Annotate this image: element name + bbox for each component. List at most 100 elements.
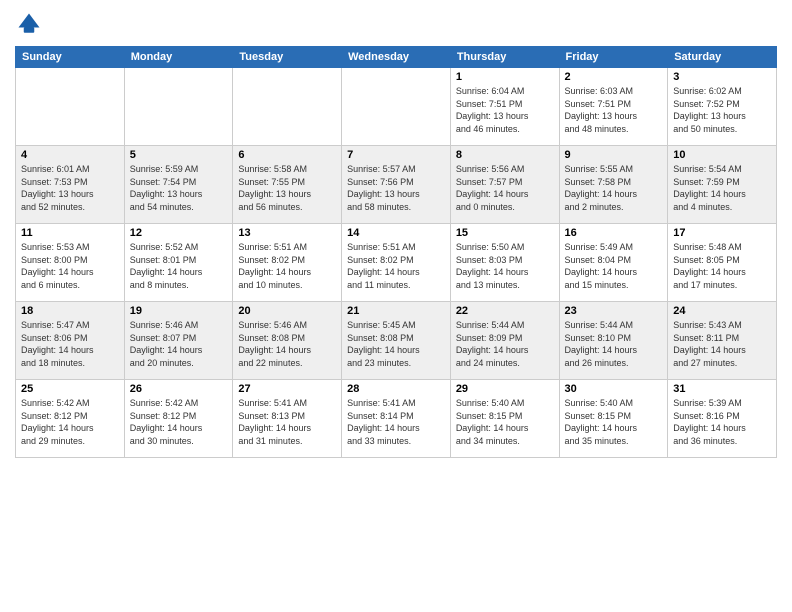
day-info: Sunrise: 5:55 AM Sunset: 7:58 PM Dayligh… xyxy=(565,163,663,213)
calendar-cell: 8 Sunrise: 5:56 AM Sunset: 7:57 PM Daylig… xyxy=(450,146,559,224)
calendar-cell xyxy=(124,68,233,146)
weekday-header-wednesday: Wednesday xyxy=(342,47,451,68)
calendar-cell: 11 Sunrise: 5:53 AM Sunset: 8:00 PM Dayli… xyxy=(16,224,125,302)
calendar-table: SundayMondayTuesdayWednesdayThursdayFrid… xyxy=(15,46,777,458)
day-number: 27 xyxy=(238,383,336,395)
day-number: 29 xyxy=(456,383,554,395)
day-number: 11 xyxy=(21,227,119,239)
calendar-cell: 10Sunrise: 5:54 AM Sunset: 7:59 PM Dayli… xyxy=(668,146,777,224)
calendar-cell: 16 Sunrise: 5:49 AM Sunset: 8:04 PM Dayli… xyxy=(559,224,668,302)
calendar-cell: 2 Sunrise: 6:03 AM Sunset: 7:51 PM Daylig… xyxy=(559,68,668,146)
logo-icon xyxy=(15,10,43,38)
day-info: Sunrise: 5:44 AM Sunset: 8:09 PM Dayligh… xyxy=(456,319,554,369)
day-number: 23 xyxy=(565,305,663,317)
logo xyxy=(15,10,47,38)
day-number: 4 xyxy=(21,149,119,161)
day-number: 6 xyxy=(238,149,336,161)
calendar-cell: 24 Sunrise: 5:43 AM Sunset: 8:11 PM Dayli… xyxy=(668,302,777,380)
day-number: 19 xyxy=(130,305,228,317)
day-info: Sunrise: 5:48 AM Sunset: 8:05 PM Dayligh… xyxy=(673,241,771,291)
day-info: Sunrise: 6:02 AM Sunset: 7:52 PM Dayligh… xyxy=(673,85,771,135)
calendar-cell: 27 Sunrise: 5:41 AM Sunset: 8:13 PM Dayli… xyxy=(233,380,342,458)
weekday-header-thursday: Thursday xyxy=(450,47,559,68)
header xyxy=(15,10,777,38)
day-info: Sunrise: 5:43 AM Sunset: 8:11 PM Dayligh… xyxy=(673,319,771,369)
calendar-cell: 9Sunrise: 5:55 AM Sunset: 7:58 PM Daylig… xyxy=(559,146,668,224)
day-info: Sunrise: 5:51 AM Sunset: 8:02 PM Dayligh… xyxy=(238,241,336,291)
calendar-cell: 29Sunrise: 5:40 AM Sunset: 8:15 PM Dayli… xyxy=(450,380,559,458)
day-info: Sunrise: 5:52 AM Sunset: 8:01 PM Dayligh… xyxy=(130,241,228,291)
day-info: Sunrise: 5:42 AM Sunset: 8:12 PM Dayligh… xyxy=(130,397,228,447)
calendar-cell xyxy=(16,68,125,146)
calendar-cell: 18Sunrise: 5:47 AM Sunset: 8:06 PM Dayli… xyxy=(16,302,125,380)
calendar-cell: 28Sunrise: 5:41 AM Sunset: 8:14 PM Dayli… xyxy=(342,380,451,458)
day-info: Sunrise: 5:47 AM Sunset: 8:06 PM Dayligh… xyxy=(21,319,119,369)
calendar-row-1: 1 Sunrise: 6:04 AM Sunset: 7:51 PM Daylig… xyxy=(16,68,777,146)
day-info: Sunrise: 5:57 AM Sunset: 7:56 PM Dayligh… xyxy=(347,163,445,213)
calendar-cell: 17 Sunrise: 5:48 AM Sunset: 8:05 PM Dayli… xyxy=(668,224,777,302)
calendar-cell: 7Sunrise: 5:57 AM Sunset: 7:56 PM Daylig… xyxy=(342,146,451,224)
weekday-header-tuesday: Tuesday xyxy=(233,47,342,68)
day-number: 16 xyxy=(565,227,663,239)
calendar-cell: 3 Sunrise: 6:02 AM Sunset: 7:52 PM Daylig… xyxy=(668,68,777,146)
day-number: 2 xyxy=(565,71,663,83)
calendar-cell xyxy=(342,68,451,146)
day-info: Sunrise: 5:39 AM Sunset: 8:16 PM Dayligh… xyxy=(673,397,771,447)
day-number: 26 xyxy=(130,383,228,395)
day-number: 5 xyxy=(130,149,228,161)
day-info: Sunrise: 5:41 AM Sunset: 8:13 PM Dayligh… xyxy=(238,397,336,447)
day-info: Sunrise: 5:54 AM Sunset: 7:59 PM Dayligh… xyxy=(673,163,771,213)
day-info: Sunrise: 5:59 AM Sunset: 7:54 PM Dayligh… xyxy=(130,163,228,213)
day-info: Sunrise: 5:44 AM Sunset: 8:10 PM Dayligh… xyxy=(565,319,663,369)
weekday-header-row: SundayMondayTuesdayWednesdayThursdayFrid… xyxy=(16,47,777,68)
weekday-header-monday: Monday xyxy=(124,47,233,68)
day-info: Sunrise: 5:46 AM Sunset: 8:08 PM Dayligh… xyxy=(238,319,336,369)
day-info: Sunrise: 5:41 AM Sunset: 8:14 PM Dayligh… xyxy=(347,397,445,447)
calendar-row-3: 11 Sunrise: 5:53 AM Sunset: 8:00 PM Dayli… xyxy=(16,224,777,302)
calendar-cell: 23 Sunrise: 5:44 AM Sunset: 8:10 PM Dayli… xyxy=(559,302,668,380)
day-number: 13 xyxy=(238,227,336,239)
calendar-cell: 25 Sunrise: 5:42 AM Sunset: 8:12 PM Dayli… xyxy=(16,380,125,458)
day-info: Sunrise: 6:04 AM Sunset: 7:51 PM Dayligh… xyxy=(456,85,554,135)
day-info: Sunrise: 5:40 AM Sunset: 8:15 PM Dayligh… xyxy=(565,397,663,447)
calendar-cell: 15 Sunrise: 5:50 AM Sunset: 8:03 PM Dayli… xyxy=(450,224,559,302)
calendar-cell: 13 Sunrise: 5:51 AM Sunset: 8:02 PM Dayli… xyxy=(233,224,342,302)
day-number: 24 xyxy=(673,305,771,317)
calendar-page: SundayMondayTuesdayWednesdayThursdayFrid… xyxy=(0,0,792,612)
day-info: Sunrise: 5:53 AM Sunset: 8:00 PM Dayligh… xyxy=(21,241,119,291)
day-info: Sunrise: 5:42 AM Sunset: 8:12 PM Dayligh… xyxy=(21,397,119,447)
calendar-cell: 1 Sunrise: 6:04 AM Sunset: 7:51 PM Daylig… xyxy=(450,68,559,146)
calendar-cell: 4 Sunrise: 6:01 AM Sunset: 7:53 PM Daylig… xyxy=(16,146,125,224)
day-info: Sunrise: 5:45 AM Sunset: 8:08 PM Dayligh… xyxy=(347,319,445,369)
day-info: Sunrise: 5:58 AM Sunset: 7:55 PM Dayligh… xyxy=(238,163,336,213)
day-number: 21 xyxy=(347,305,445,317)
day-number: 20 xyxy=(238,305,336,317)
day-number: 1 xyxy=(456,71,554,83)
weekday-header-saturday: Saturday xyxy=(668,47,777,68)
calendar-cell: 5 Sunrise: 5:59 AM Sunset: 7:54 PM Daylig… xyxy=(124,146,233,224)
calendar-cell: 31Sunrise: 5:39 AM Sunset: 8:16 PM Dayli… xyxy=(668,380,777,458)
day-number: 25 xyxy=(21,383,119,395)
day-number: 12 xyxy=(130,227,228,239)
calendar-cell: 19Sunrise: 5:46 AM Sunset: 8:07 PM Dayli… xyxy=(124,302,233,380)
day-number: 22 xyxy=(456,305,554,317)
calendar-cell: 26 Sunrise: 5:42 AM Sunset: 8:12 PM Dayli… xyxy=(124,380,233,458)
day-number: 8 xyxy=(456,149,554,161)
day-number: 14 xyxy=(347,227,445,239)
weekday-header-friday: Friday xyxy=(559,47,668,68)
calendar-row-4: 18Sunrise: 5:47 AM Sunset: 8:06 PM Dayli… xyxy=(16,302,777,380)
day-number: 30 xyxy=(565,383,663,395)
weekday-header-sunday: Sunday xyxy=(16,47,125,68)
day-info: Sunrise: 6:03 AM Sunset: 7:51 PM Dayligh… xyxy=(565,85,663,135)
calendar-cell: 14Sunrise: 5:51 AM Sunset: 8:02 PM Dayli… xyxy=(342,224,451,302)
day-number: 17 xyxy=(673,227,771,239)
calendar-cell xyxy=(233,68,342,146)
day-info: Sunrise: 6:01 AM Sunset: 7:53 PM Dayligh… xyxy=(21,163,119,213)
day-number: 3 xyxy=(673,71,771,83)
day-number: 15 xyxy=(456,227,554,239)
day-info: Sunrise: 5:49 AM Sunset: 8:04 PM Dayligh… xyxy=(565,241,663,291)
day-info: Sunrise: 5:50 AM Sunset: 8:03 PM Dayligh… xyxy=(456,241,554,291)
calendar-cell: 22 Sunrise: 5:44 AM Sunset: 8:09 PM Dayli… xyxy=(450,302,559,380)
calendar-cell: 21 Sunrise: 5:45 AM Sunset: 8:08 PM Dayli… xyxy=(342,302,451,380)
day-info: Sunrise: 5:56 AM Sunset: 7:57 PM Dayligh… xyxy=(456,163,554,213)
